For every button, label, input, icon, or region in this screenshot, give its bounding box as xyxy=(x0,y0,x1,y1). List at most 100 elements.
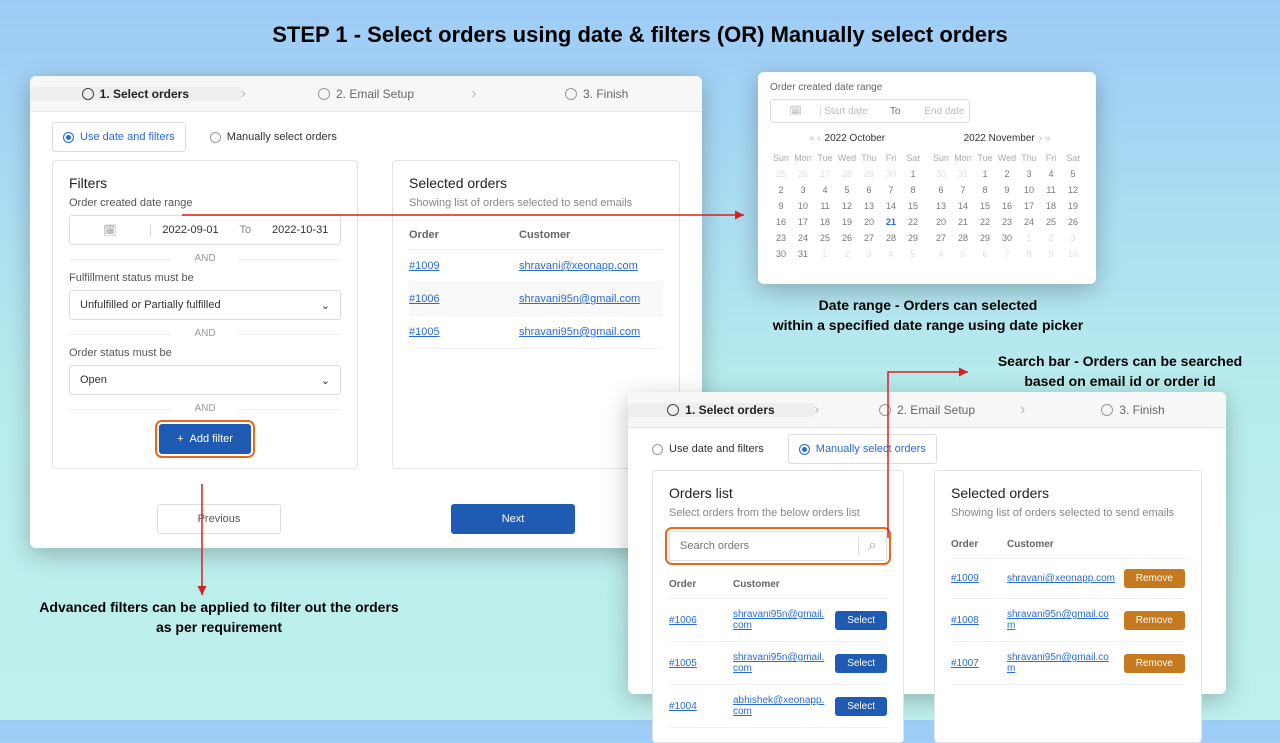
order-link[interactable]: #1005 xyxy=(409,326,440,338)
calendar-day[interactable]: 25 xyxy=(814,230,836,246)
calendar-day[interactable]: 21 xyxy=(952,214,974,230)
order-link[interactable]: #1009 xyxy=(951,573,979,584)
radio-manual[interactable]: Manually select orders xyxy=(210,122,337,152)
remove-button[interactable]: Remove xyxy=(1124,569,1185,588)
calendar-day[interactable]: 22 xyxy=(902,214,924,230)
radio-use-filters[interactable]: Use date and filters xyxy=(652,434,764,464)
calendar-day[interactable]: 11 xyxy=(1040,182,1062,198)
calendar-day[interactable]: 27 xyxy=(858,230,880,246)
calendar-day[interactable]: 2 xyxy=(996,166,1018,182)
select-button[interactable]: Select xyxy=(835,697,887,716)
calendar-day[interactable]: 24 xyxy=(1018,214,1040,230)
calendar-day[interactable]: 20 xyxy=(858,214,880,230)
order-link[interactable]: #1007 xyxy=(951,658,979,669)
calendar-day[interactable]: 10 xyxy=(792,198,814,214)
calendar-day[interactable]: 4 xyxy=(1040,166,1062,182)
calendar-day[interactable]: 3 xyxy=(1018,166,1040,182)
next-month-icon[interactable]: › » xyxy=(1039,133,1051,144)
calendar-day[interactable]: 8 xyxy=(974,182,996,198)
previous-button[interactable]: Previous xyxy=(157,504,281,534)
calendar-day[interactable]: 10 xyxy=(1018,182,1040,198)
order-link[interactable]: #1006 xyxy=(409,293,440,305)
calendar-day[interactable]: 22 xyxy=(974,214,996,230)
calendar-day[interactable]: 15 xyxy=(974,198,996,214)
calendar-day[interactable]: 21 xyxy=(880,214,902,230)
calendar-day[interactable]: 30 xyxy=(770,246,792,262)
calendar-day[interactable]: 9 xyxy=(770,198,792,214)
calendar-day[interactable]: 3 xyxy=(792,182,814,198)
select-button[interactable]: Select xyxy=(835,654,887,673)
calendar-day[interactable]: 24 xyxy=(792,230,814,246)
step-1[interactable]: 1. Select orders xyxy=(628,403,814,417)
step-1[interactable]: 1. Select orders xyxy=(30,87,241,101)
customer-link[interactable]: abhishek@xeonapp.com xyxy=(733,695,824,717)
calendar-day[interactable]: 17 xyxy=(792,214,814,230)
calendar-day[interactable]: 28 xyxy=(952,230,974,246)
calendar-day[interactable]: 29 xyxy=(974,230,996,246)
radio-use-filters[interactable]: Use date and filters xyxy=(52,122,186,152)
calendar-day[interactable]: 26 xyxy=(836,230,858,246)
order-link[interactable]: #1009 xyxy=(409,260,440,272)
add-filter-button[interactable]: +Add filter xyxy=(159,424,251,454)
calendar-day[interactable]: 29 xyxy=(902,230,924,246)
calendar-day[interactable]: 8 xyxy=(902,182,924,198)
customer-link[interactable]: shravani95n@gmail.com xyxy=(519,326,640,338)
calendar-day[interactable]: 1 xyxy=(974,166,996,182)
step-2[interactable]: 2. Email Setup xyxy=(834,403,1020,417)
calendar-day[interactable]: 31 xyxy=(792,246,814,262)
step-3[interactable]: 3. Finish xyxy=(491,87,702,101)
radio-manual[interactable]: Manually select orders xyxy=(788,434,937,464)
calendar-day[interactable]: 23 xyxy=(996,214,1018,230)
order-link[interactable]: #1006 xyxy=(669,615,697,626)
calendar-day[interactable]: 27 xyxy=(930,230,952,246)
calendar-day[interactable]: 17 xyxy=(1018,198,1040,214)
customer-link[interactable]: shravani95n@gmail.com xyxy=(733,609,824,631)
search-icon[interactable]: ⌕ xyxy=(858,537,886,555)
customer-link[interactable]: shravani@xeonapp.com xyxy=(519,260,638,272)
remove-button[interactable]: Remove xyxy=(1124,654,1185,673)
step-2[interactable]: 2. Email Setup xyxy=(261,87,472,101)
select-button[interactable]: Select xyxy=(835,611,887,630)
calendar-day[interactable]: 9 xyxy=(996,182,1018,198)
calendar-day[interactable]: 14 xyxy=(952,198,974,214)
calendar-day[interactable]: 19 xyxy=(1062,198,1084,214)
customer-link[interactable]: shravani@xeonapp.com xyxy=(1007,573,1115,584)
calendar-day[interactable]: 20 xyxy=(930,214,952,230)
calendar-day[interactable]: 25 xyxy=(1040,214,1062,230)
calendar-day[interactable]: 13 xyxy=(858,198,880,214)
customer-link[interactable]: shravani95n@gmail.com xyxy=(1007,609,1109,631)
calendar-day[interactable]: 16 xyxy=(996,198,1018,214)
prev-month-icon[interactable]: « ‹ xyxy=(809,133,821,144)
calendar-day[interactable]: 6 xyxy=(930,182,952,198)
calendar-day[interactable]: 18 xyxy=(814,214,836,230)
calendar-day[interactable]: 18 xyxy=(1040,198,1062,214)
calendar-day[interactable]: 7 xyxy=(880,182,902,198)
calendar-day[interactable]: 7 xyxy=(952,182,974,198)
search-input[interactable]: ⌕ xyxy=(669,531,887,561)
order-status-select[interactable]: Open⌄ xyxy=(69,365,341,395)
calendar-day[interactable]: 14 xyxy=(880,198,902,214)
calendar-day[interactable]: 12 xyxy=(836,198,858,214)
date-range-input[interactable]: 🗓 2022-09-01To2022-10-31 xyxy=(69,215,341,245)
calendar-day[interactable]: 30 xyxy=(996,230,1018,246)
calendar-day[interactable]: 5 xyxy=(1062,166,1084,182)
calendar-day[interactable]: 19 xyxy=(836,214,858,230)
calendar-day[interactable]: 28 xyxy=(880,230,902,246)
step-3[interactable]: 3. Finish xyxy=(1040,403,1226,417)
customer-link[interactable]: shravani95n@gmail.com xyxy=(519,293,640,305)
calendar-day[interactable]: 26 xyxy=(1062,214,1084,230)
customer-link[interactable]: shravani95n@gmail.com xyxy=(1007,652,1109,674)
calendar-day[interactable]: 15 xyxy=(902,198,924,214)
order-link[interactable]: #1005 xyxy=(669,658,697,669)
dp-input[interactable]: 🗓 Start dateToEnd date xyxy=(770,99,970,123)
calendar-day[interactable]: 6 xyxy=(858,182,880,198)
calendar-day[interactable]: 1 xyxy=(902,166,924,182)
calendar-day[interactable]: 4 xyxy=(814,182,836,198)
remove-button[interactable]: Remove xyxy=(1124,611,1185,630)
calendar-day[interactable]: 5 xyxy=(836,182,858,198)
calendar-day[interactable]: 23 xyxy=(770,230,792,246)
calendar-day[interactable]: 12 xyxy=(1062,182,1084,198)
calendar-day[interactable]: 2 xyxy=(770,182,792,198)
calendar-day[interactable]: 16 xyxy=(770,214,792,230)
fulfillment-select[interactable]: Unfulfilled or Partially fulfilled⌄ xyxy=(69,290,341,320)
